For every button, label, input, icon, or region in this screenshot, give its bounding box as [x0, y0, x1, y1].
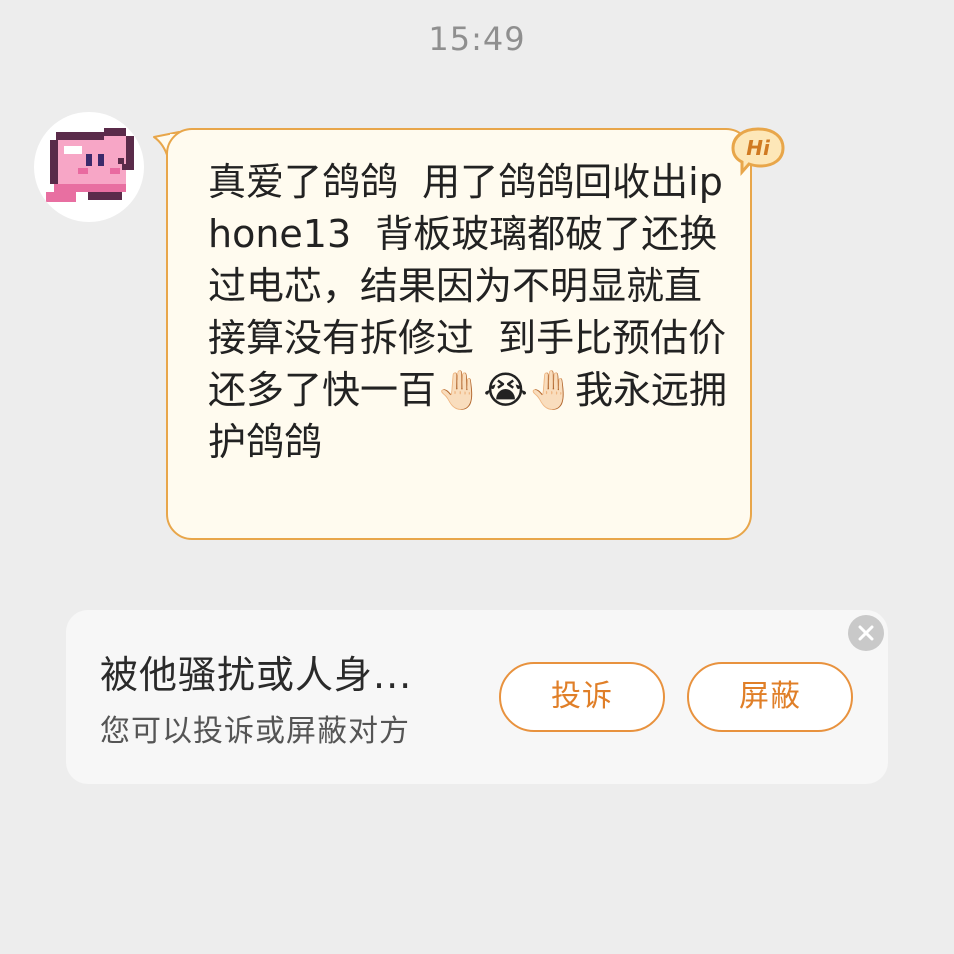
- block-button[interactable]: 屏蔽: [687, 662, 853, 732]
- hi-badge: Hi: [730, 126, 786, 176]
- sender-avatar[interactable]: [34, 112, 144, 222]
- harassment-notice-card: 被他骚扰或人身... 您可以投诉或屏蔽对方 投诉 屏蔽: [66, 610, 888, 784]
- message-timestamp: 15:49: [428, 20, 526, 58]
- notice-title: 被他骚扰或人身...: [100, 653, 413, 697]
- report-button[interactable]: 投诉: [499, 662, 665, 732]
- close-notice-button[interactable]: [848, 615, 884, 651]
- close-icon: [858, 625, 874, 641]
- message-text: 真爱了鸽鸽 用了鸽鸽回收出iphone13 背板玻璃都破了还换过电芯，结果因为不…: [208, 160, 728, 464]
- pink-kirby-icon: [46, 128, 134, 202]
- message-bubble[interactable]: 真爱了鸽鸽 用了鸽鸽回收出iphone13 背板玻璃都破了还换过电芯，结果因为不…: [150, 128, 758, 546]
- notice-subtitle: 您可以投诉或屏蔽对方: [100, 714, 410, 749]
- hi-badge-text: Hi: [746, 136, 771, 160]
